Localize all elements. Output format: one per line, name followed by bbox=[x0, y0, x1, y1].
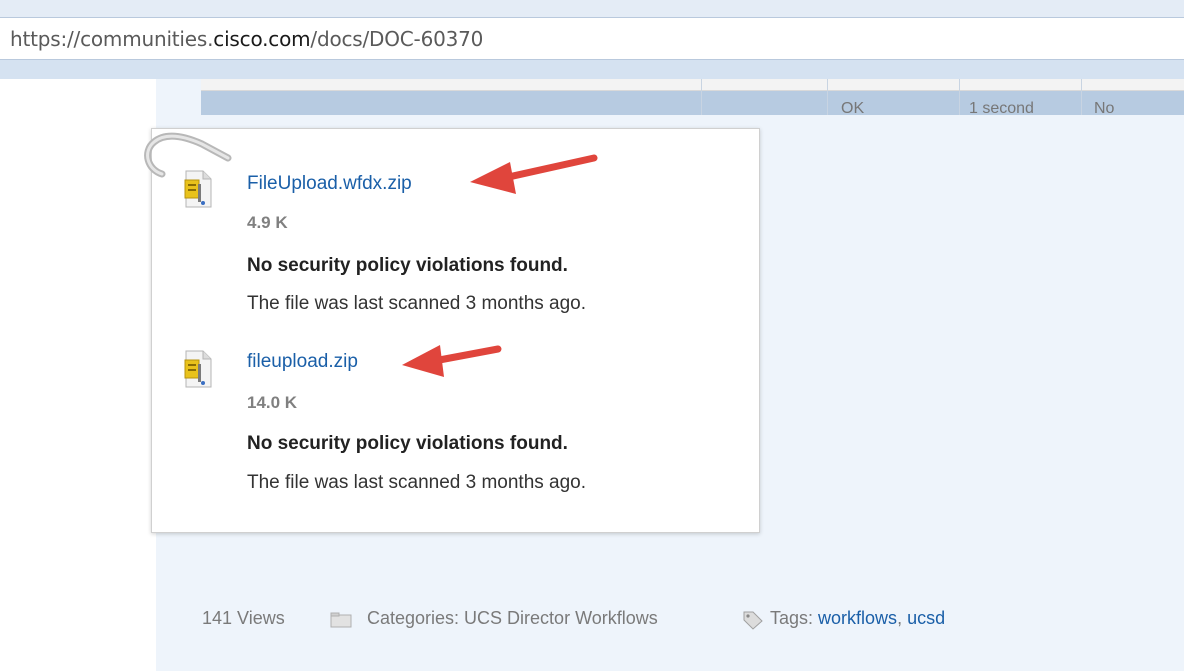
attachment-size: 14.0 K bbox=[247, 393, 298, 412]
tag-link[interactable]: ucsd bbox=[907, 608, 945, 628]
page-top-band bbox=[0, 60, 1184, 79]
views-count: 141 Views bbox=[202, 608, 285, 628]
security-status: No security policy violations found. bbox=[247, 255, 568, 276]
security-status: No security policy violations found. bbox=[247, 433, 568, 454]
tags-row: Tags: workflows, ucsd bbox=[770, 608, 946, 628]
arrow-annotation-icon bbox=[470, 154, 598, 194]
folder-icon bbox=[330, 612, 352, 628]
scan-info: The file was last scanned 3 months ago. bbox=[247, 472, 587, 493]
categories-label[interactable]: Categories: UCS Director Workflows bbox=[367, 608, 658, 629]
tag-icon bbox=[743, 611, 763, 630]
table-header bbox=[201, 79, 1184, 91]
table-cell-flag: No bbox=[1094, 100, 1115, 117]
table-cell-duration: 1 second bbox=[969, 100, 1034, 117]
tags-label: Tags: bbox=[770, 608, 814, 628]
address-url[interactable]: https://communities.cisco.com/docs/DOC-6… bbox=[10, 27, 483, 51]
address-bar[interactable]: https://communities.cisco.com/docs/DOC-6… bbox=[0, 17, 1184, 60]
results-table-remnant: OK 1 second No bbox=[201, 79, 1184, 117]
zip-file-icon[interactable] bbox=[183, 170, 213, 208]
window-top-strip bbox=[0, 0, 1184, 17]
attachment-size: 4.9 K bbox=[247, 213, 288, 232]
arrow-annotation-icon bbox=[402, 345, 502, 377]
left-margin bbox=[0, 79, 156, 671]
attachment-link[interactable]: fileupload.zip bbox=[247, 351, 358, 373]
scan-info: The file was last scanned 3 months ago. bbox=[247, 293, 587, 314]
table-cell-status: OK bbox=[841, 100, 865, 117]
attachment-link[interactable]: FileUpload.wfdx.zip bbox=[247, 173, 412, 195]
table-row bbox=[201, 91, 1184, 115]
zip-file-icon[interactable] bbox=[183, 350, 213, 388]
tag-link[interactable]: workflows bbox=[818, 608, 897, 628]
